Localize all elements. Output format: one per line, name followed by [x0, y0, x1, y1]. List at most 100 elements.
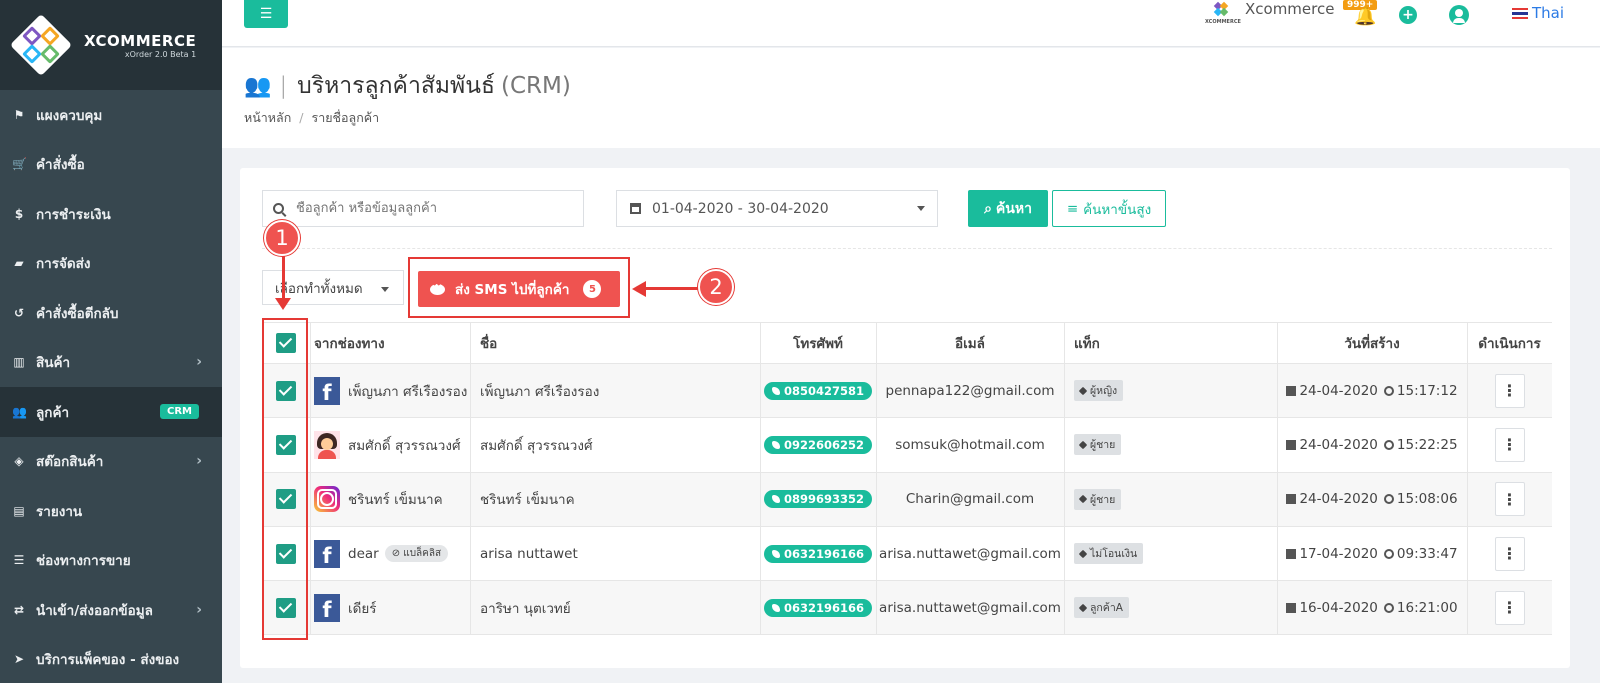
table-cell: ⋮: [1467, 418, 1552, 471]
sidebar-item-6[interactable]: 👥 ลูกค้า CRM: [0, 387, 222, 437]
bar-chart-icon: ▤: [13, 503, 25, 518]
send-sms-label: ส่ง SMS ไปที่ลูกค้า: [455, 282, 570, 298]
sidebar-item-9[interactable]: ☰ ช่องทางการขาย: [0, 536, 222, 586]
list-icon: ☰: [13, 553, 25, 568]
annotation-arrow-left: [646, 287, 700, 290]
phone-badge[interactable]: 0922606252: [763, 435, 873, 454]
time-value: 15:08:06: [1396, 491, 1458, 508]
sidebar-item-label: คำสั่งซื้อตีกลับ: [36, 305, 119, 322]
row-actions-button[interactable]: ⋮: [1494, 482, 1525, 517]
brand-version: xOrder 2.0 Beta 1: [124, 49, 197, 59]
table-cell: ⋮: [1467, 581, 1552, 634]
calendar-icon: [1286, 385, 1297, 396]
highlight-box-checkboxes: [262, 318, 308, 640]
tag-icon: [1078, 386, 1088, 395]
advanced-search-button[interactable]: ≡ ค้นหาขั้นสูง: [1052, 190, 1166, 227]
created-date: 24-04-2020 15:08:06: [1286, 491, 1458, 508]
undo-icon: ↺: [13, 305, 25, 320]
created-date: 24-04-2020 15:17:12: [1286, 383, 1458, 399]
tag-label: ผู้หญิง: [1090, 385, 1118, 398]
customer-email: arisa.nuttawet@gmail.com: [879, 545, 1061, 562]
tag-badge: ผู้ชาย: [1074, 434, 1122, 456]
phone-badge[interactable]: 0632196166: [763, 598, 873, 617]
sidebar-item-2[interactable]: $ การชำระเงิน: [0, 189, 222, 239]
tag-label: ผู้ชาย: [1090, 439, 1116, 452]
tag-badge: ไม่โอนเงิน: [1074, 543, 1144, 565]
flag-icon: ⚑: [13, 107, 25, 122]
table-cell: ชรินทร์ เข็มนาค: [470, 473, 760, 526]
customer-name[interactable]: arisa nuttawet: [480, 546, 578, 562]
calendar-icon: [1286, 439, 1297, 450]
sidebar-item-1[interactable]: 🛒 คำสั่งซื้อ: [0, 140, 222, 190]
customer-name[interactable]: เพ็ญนภา ศรีเรืองรอง: [480, 380, 599, 402]
language-selector[interactable]: Thai: [1512, 4, 1564, 22]
brand[interactable]: XCOMMERCE xOrder 2.0 Beta 1: [0, 0, 222, 90]
sms-count-badge: 5: [583, 280, 602, 298]
table-cell: f เดียร์: [310, 581, 470, 634]
date-range-picker[interactable]: 01-04-2020 - 30-04-2020: [616, 190, 938, 227]
table-cell: arisa.nuttawet@gmail.com: [876, 527, 1064, 580]
table-cell: เพ็ญนภา ศรีเรืองรอง: [470, 364, 760, 417]
annotation-arrow-left-head: [632, 281, 646, 297]
table-cell: แท็ก: [1064, 323, 1277, 363]
created-date: 17-04-2020 09:33:47: [1286, 546, 1458, 562]
sidebar-item-5[interactable]: ▥ สินค้า ›: [0, 338, 222, 388]
phone-badge[interactable]: 0632196166: [763, 544, 873, 563]
customer-name[interactable]: สมศักดิ์ สุวรรณวงศ์: [480, 434, 593, 456]
search-field[interactable]: [262, 190, 584, 227]
sidebar-item-4[interactable]: ↺ คำสั่งซื้อตีกลับ: [0, 288, 222, 338]
row-actions-button[interactable]: ⋮: [1494, 536, 1525, 571]
bell-icon[interactable]: 🔔: [1354, 6, 1376, 27]
sidebar-item-3[interactable]: ▰ การจัดส่ง: [0, 239, 222, 289]
search-input[interactable]: [296, 201, 566, 216]
table-cell: 24-04-2020 15:08:06: [1277, 473, 1467, 526]
sidebar-item-11[interactable]: ➤ บริการแพ็คของ - ส่งของ: [0, 635, 222, 683]
phone-icon: [771, 495, 780, 504]
topbar: ☰ XCOMMERCE Xcommerce 999+ 🔔 + Thai: [222, 0, 1600, 47]
table-cell: โทรศัพท์: [760, 323, 876, 363]
created-date: 24-04-2020 15:22:25: [1286, 437, 1458, 453]
more-vertical-icon: ⋮: [1501, 598, 1518, 618]
table-cell: ⋮: [1467, 364, 1552, 417]
column-header: ดำเนินการ: [1478, 336, 1541, 352]
users-icon: 👥: [12, 404, 27, 419]
sidebar-item-10[interactable]: ⇄ นำเข้า/ส่งออกข้อมูล ›: [0, 585, 222, 635]
phone-number: 0899693352: [783, 492, 865, 507]
column-header: โทรศัพท์: [793, 336, 843, 352]
send-sms-button[interactable]: ส่ง SMS ไปที่ลูกค้า 5: [418, 271, 620, 307]
table-cell: 0899693352: [760, 473, 876, 526]
customer-name[interactable]: ชรินทร์ เข็มนาค: [480, 488, 575, 510]
sidebar-item-8[interactable]: ▤ รายงาน: [0, 486, 222, 536]
search-button[interactable]: ⌕ ค้นหา: [968, 190, 1048, 227]
sidebar-item-7[interactable]: ◈ สต๊อกสินค้า ›: [0, 437, 222, 487]
add-icon[interactable]: +: [1399, 6, 1417, 24]
tag-icon: [1078, 549, 1088, 558]
row-actions-button[interactable]: ⋮: [1494, 590, 1525, 625]
sliders-icon: ≡: [1066, 200, 1079, 217]
table-cell: ผู้ชาย: [1064, 473, 1277, 526]
table-cell: สมศักดิ์ สุวรรณวงศ์: [310, 418, 470, 471]
sidebar-item-label: บริการแพ็คของ - ส่งของ: [36, 652, 180, 669]
phone-badge[interactable]: 0899693352: [763, 490, 873, 509]
barcode-icon: ▥: [13, 355, 25, 370]
breadcrumb-home[interactable]: หน้าหลัก: [244, 110, 291, 125]
search-icon: ⌕: [984, 200, 992, 217]
sidebar-item-0[interactable]: ⚑ แผงควบคุม: [0, 90, 222, 140]
row-actions-button[interactable]: ⋮: [1494, 427, 1525, 462]
row-actions-button[interactable]: ⋮: [1494, 373, 1525, 408]
table-cell: arisa nuttawet: [470, 527, 760, 580]
facebook-icon: f: [314, 539, 340, 568]
phone-badge[interactable]: 0850427581: [763, 381, 873, 400]
search-icon: [273, 203, 284, 214]
customer-email: Charin@gmail.com: [905, 491, 1035, 508]
caret-down-icon: [917, 206, 925, 211]
table-row: f เดียร์ อาริษา นุตเวทย์ 0632196166 arisa.nu…: [262, 581, 1552, 636]
truck-icon: ▰: [14, 256, 24, 271]
chevron-right-icon: ›: [196, 453, 202, 470]
column-header: จากช่องทาง: [314, 336, 385, 352]
menu-toggle-button[interactable]: ☰: [244, 0, 288, 28]
user-icon[interactable]: [1449, 5, 1469, 25]
customer-name[interactable]: อาริษา นุตเวทย์: [480, 597, 571, 619]
channel-name: เพ็ญนภา ศรีเรืองรอง: [348, 383, 468, 400]
store-switcher[interactable]: XCOMMERCE Xcommerce: [1205, 0, 1334, 30]
